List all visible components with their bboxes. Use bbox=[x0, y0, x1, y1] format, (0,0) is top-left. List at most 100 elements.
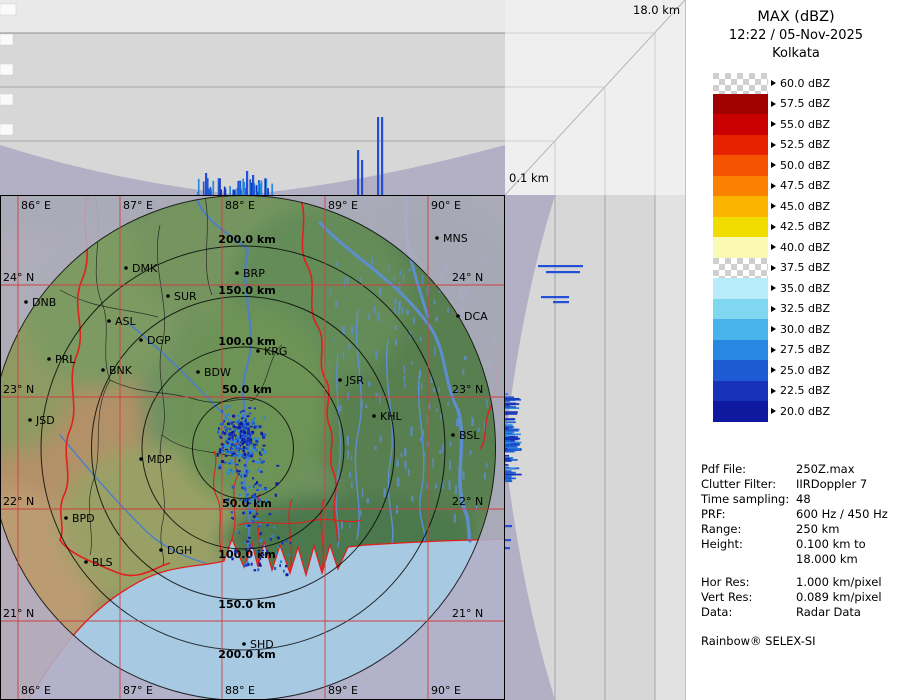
scale-swatch bbox=[713, 196, 768, 217]
latitude-label: 23° N bbox=[452, 383, 483, 396]
meta-label: Vert Res: bbox=[701, 590, 796, 605]
echo-segment bbox=[505, 539, 511, 541]
scale-row: 55.0 dBZ bbox=[713, 114, 906, 135]
station-label: BPD bbox=[72, 512, 95, 525]
meta-label: PRF: bbox=[701, 507, 796, 522]
meta-value: 1.000 km/pixel bbox=[796, 575, 906, 590]
scale-row: 50.0 dBZ bbox=[713, 155, 906, 176]
echo-bar bbox=[252, 175, 254, 195]
meta-label bbox=[701, 552, 796, 567]
station-dot bbox=[101, 368, 105, 372]
meta-value: 600 Hz / 450 Hz bbox=[796, 507, 906, 522]
scale-swatch bbox=[713, 258, 768, 279]
echo-segment bbox=[505, 525, 512, 527]
station-dot bbox=[47, 357, 51, 361]
scale-row: 27.5 dBZ bbox=[713, 340, 906, 361]
station-label: JSR bbox=[345, 374, 364, 387]
station-dot bbox=[456, 314, 460, 318]
meta-value: 0.089 km/pixel bbox=[796, 590, 906, 605]
station-label: KRG bbox=[264, 345, 287, 358]
scale-tick-icon bbox=[771, 224, 776, 230]
scale-swatch bbox=[713, 135, 768, 156]
station-label: BSL bbox=[459, 429, 480, 442]
echo-segment bbox=[505, 547, 510, 549]
longitude-label: 87° E bbox=[123, 199, 153, 212]
scale-tick-icon bbox=[771, 183, 776, 189]
meta-label: Pdf File: bbox=[701, 462, 796, 477]
scale-row: 40.0 dBZ bbox=[713, 237, 906, 258]
scale-label: 57.5 dBZ bbox=[780, 97, 830, 110]
longitude-label: 86° E bbox=[21, 199, 51, 212]
scale-row: 25.0 dBZ bbox=[713, 360, 906, 381]
scale-tick-icon bbox=[771, 203, 776, 209]
station-dot bbox=[28, 418, 32, 422]
station-dot bbox=[166, 294, 170, 298]
meta-row: PRF:600 Hz / 450 Hz bbox=[701, 507, 906, 522]
scale-swatch bbox=[713, 381, 768, 402]
radar-max-display: 18.0 km 0.1 km bbox=[0, 0, 906, 700]
range-ring-label: 50.0 km bbox=[222, 497, 272, 510]
scale-tick-icon bbox=[771, 285, 776, 291]
station-dot bbox=[139, 457, 143, 461]
scale-swatch bbox=[713, 360, 768, 381]
latitude-label: 21° N bbox=[452, 607, 483, 620]
scale-swatch bbox=[713, 155, 768, 176]
echo-bar bbox=[361, 160, 363, 195]
meta-value: IIRDoppler 7 bbox=[796, 477, 906, 492]
meta-row: Range:250 km bbox=[701, 522, 906, 537]
scale-label: 20.0 dBZ bbox=[780, 405, 830, 418]
station-dot bbox=[256, 349, 260, 353]
latitude-label: 23° N bbox=[3, 383, 34, 396]
station-dot bbox=[139, 338, 143, 342]
scale-tick-icon bbox=[771, 306, 776, 312]
range-ring-label: 150.0 km bbox=[218, 284, 275, 297]
meta-row: Time sampling:48 bbox=[701, 492, 906, 507]
scale-row: 37.5 dBZ bbox=[713, 258, 906, 279]
product-title: MAX (dBZ) bbox=[686, 8, 906, 27]
meta-value: 18.000 km bbox=[796, 552, 906, 567]
longitude-label: 89° E bbox=[328, 684, 358, 697]
scale-label: 52.5 dBZ bbox=[780, 138, 830, 151]
meta-row: Height:0.100 km to bbox=[701, 537, 906, 552]
meta-value: Radar Data bbox=[796, 605, 906, 620]
meta-label: Time sampling: bbox=[701, 492, 796, 507]
station-dot bbox=[124, 266, 128, 270]
echo-segment bbox=[538, 265, 583, 267]
scale-row: 60.0 dBZ bbox=[713, 73, 906, 94]
scale-label: 45.0 dBZ bbox=[780, 200, 830, 213]
station-label: DMK bbox=[132, 262, 158, 275]
meta-value: 250Z.max bbox=[796, 462, 906, 477]
station-dot bbox=[107, 319, 111, 323]
station-label: DCA bbox=[464, 310, 488, 323]
scale-row: 57.5 dBZ bbox=[713, 94, 906, 115]
corner-axis-canvas bbox=[505, 0, 685, 195]
scale-tick-icon bbox=[771, 408, 776, 414]
station-dot bbox=[64, 516, 68, 520]
scale-row: 47.5 dBZ bbox=[713, 176, 906, 197]
station-label: BDW bbox=[204, 366, 231, 379]
product-metadata: Pdf File:250Z.maxClutter Filter:IIRDoppl… bbox=[701, 462, 906, 620]
scale-tick-icon bbox=[771, 121, 776, 127]
station-dot bbox=[435, 236, 439, 240]
scale-row: 20.0 dBZ bbox=[713, 401, 906, 422]
scale-label: 25.0 dBZ bbox=[780, 364, 830, 377]
scale-tick-icon bbox=[771, 162, 776, 168]
station-dot bbox=[196, 370, 200, 374]
corner-axis-panel: 18.0 km 0.1 km bbox=[505, 0, 685, 195]
longitude-label: 88° E bbox=[225, 684, 255, 697]
legend-header: MAX (dBZ) 12:22 / 05-Nov-2025 Kolkata bbox=[686, 8, 906, 63]
scale-label: 35.0 dBZ bbox=[780, 282, 830, 295]
station-label: JSD bbox=[35, 414, 55, 427]
side-panel-bg-light bbox=[655, 195, 685, 700]
latitude-label: 22° N bbox=[452, 495, 483, 508]
station-label: MDP bbox=[147, 453, 172, 466]
scale-tick-icon bbox=[771, 142, 776, 148]
longitude-label: 87° E bbox=[123, 684, 153, 697]
top-height-profile-panel bbox=[0, 0, 505, 195]
meta-row: Pdf File:250Z.max bbox=[701, 462, 906, 477]
latitude-label: 22° N bbox=[3, 495, 34, 508]
echo-segment bbox=[541, 296, 569, 298]
range-ring-label: 200.0 km bbox=[218, 233, 275, 246]
station-label: SUR bbox=[174, 290, 197, 303]
echo-bar bbox=[205, 173, 207, 195]
